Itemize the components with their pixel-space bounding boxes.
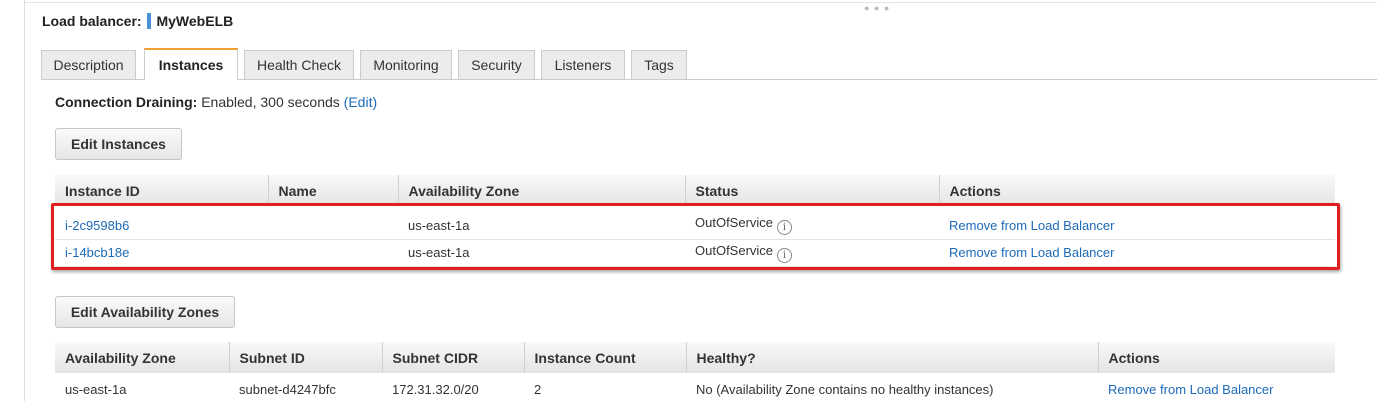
instance-zone: us-east-1a [398,239,685,267]
column-header-healthy[interactable]: Healthy? [686,342,1099,373]
instance-count: 2 [524,373,686,401]
column-header-actions: Actions [939,175,1335,206]
zone-name: us-east-1a [55,373,229,401]
column-header-availability-zone[interactable]: Availability Zone [398,175,686,206]
tab-description[interactable]: Description [41,50,136,80]
info-icon[interactable]: i [777,247,793,263]
panel-top-border [24,2,1377,3]
column-header-subnet-cidr[interactable]: Subnet CIDR [382,342,525,373]
brand-bar-icon [147,13,152,29]
healthy-status: No (Availability Zone contains no health… [686,373,1098,401]
instance-name [268,239,398,267]
instances-table: Instance ID Name Availability Zone Statu… [55,175,1335,267]
drag-handle-icon[interactable]: ● ● ● [864,3,890,13]
subnet-id: subnet-d4247bfc [229,373,382,401]
edit-availability-zones-button[interactable]: Edit Availability Zones [55,296,235,328]
load-balancer-header: Load balancer: MyWebELB [42,13,233,29]
subnet-cidr: 172.31.32.0/20 [382,373,524,401]
status-text: OutOfService [695,215,774,231]
instance-status: OutOfService i [685,239,939,267]
remove-zone-link[interactable]: Remove from Load Balancer [1098,373,1335,401]
table-row: i-14bcb18e us-east-1a OutOfService i Remo… [55,239,1335,267]
column-header-status[interactable]: Status [685,175,940,206]
instance-id-link[interactable]: i-14bcb18e [55,239,268,267]
instance-status: OutOfService i [685,212,939,240]
instance-zone: us-east-1a [398,212,685,240]
table-row: i-2c9598b6 us-east-1a OutOfService i Remo… [55,212,1335,240]
connection-draining-value: Enabled, 300 seconds [201,94,340,110]
column-header-name[interactable]: Name [268,175,399,206]
edit-draining-link[interactable]: (Edit) [344,94,377,110]
connection-draining: Connection Draining: Enabled, 300 second… [55,94,377,110]
availability-zones-table: Availability Zone Subnet ID Subnet CIDR … [55,342,1335,401]
load-balancer-name: MyWebELB [156,13,234,29]
tab-monitoring[interactable]: Monitoring [360,50,452,80]
panel-left-border [24,0,25,401]
edit-instances-button[interactable]: Edit Instances [55,128,182,160]
column-header-subnet-id[interactable]: Subnet ID [229,342,383,373]
column-header-availability-zone[interactable]: Availability Zone [55,342,230,373]
tab-health-check[interactable]: Health Check [244,50,354,80]
status-text: OutOfService [695,242,774,258]
table-row: us-east-1a subnet-d4247bfc 172.31.32.0/2… [55,373,1335,401]
column-header-instance-count[interactable]: Instance Count [524,342,687,373]
tab-underline [41,79,1377,80]
tab-instances[interactable]: Instances [144,48,238,80]
connection-draining-label: Connection Draining: [55,94,198,110]
tab-tags[interactable]: Tags [631,50,687,80]
instance-id-link[interactable]: i-2c9598b6 [55,212,268,240]
column-header-actions: Actions [1098,342,1335,373]
remove-from-load-balancer-link[interactable]: Remove from Load Balancer [939,212,1335,240]
table-header-row: Availability Zone Subnet ID Subnet CIDR … [55,342,1335,373]
column-header-instance-id[interactable]: Instance ID [55,175,269,206]
load-balancer-label: Load balancer: [42,13,142,29]
remove-from-load-balancer-link[interactable]: Remove from Load Balancer [939,239,1335,267]
tab-listeners[interactable]: Listeners [541,50,625,80]
table-header-row: Instance ID Name Availability Zone Statu… [55,175,1335,206]
info-icon[interactable]: i [777,220,793,236]
instance-name [268,212,398,240]
tab-security[interactable]: Security [458,50,535,80]
